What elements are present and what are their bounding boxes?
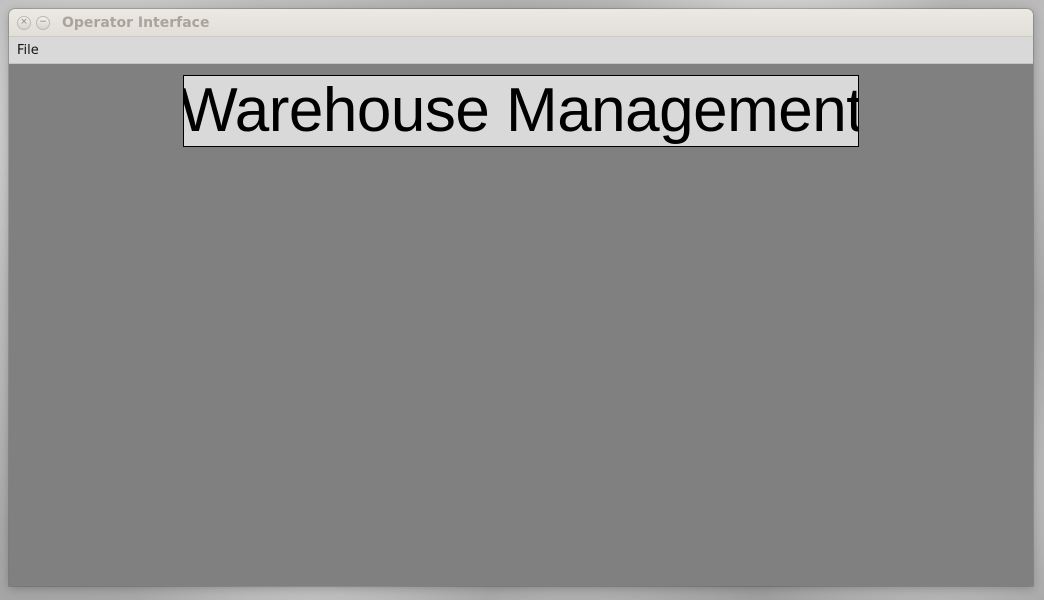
heading-box: Warehouse Management	[183, 75, 859, 147]
title-bar[interactable]: × − Operator Interface	[9, 9, 1033, 37]
minimize-button[interactable]: −	[36, 15, 50, 30]
close-icon: ×	[20, 17, 28, 27]
minimize-icon: −	[39, 17, 47, 27]
window-title: Operator Interface	[62, 14, 210, 31]
menu-file[interactable]: File	[9, 37, 47, 63]
close-button[interactable]: ×	[17, 15, 31, 30]
page-title: Warehouse Management	[183, 76, 859, 145]
menu-bar: File	[9, 37, 1033, 64]
main-content: Warehouse Management	[9, 64, 1033, 586]
app-window: × − Operator Interface File Warehouse Ma…	[9, 9, 1033, 586]
